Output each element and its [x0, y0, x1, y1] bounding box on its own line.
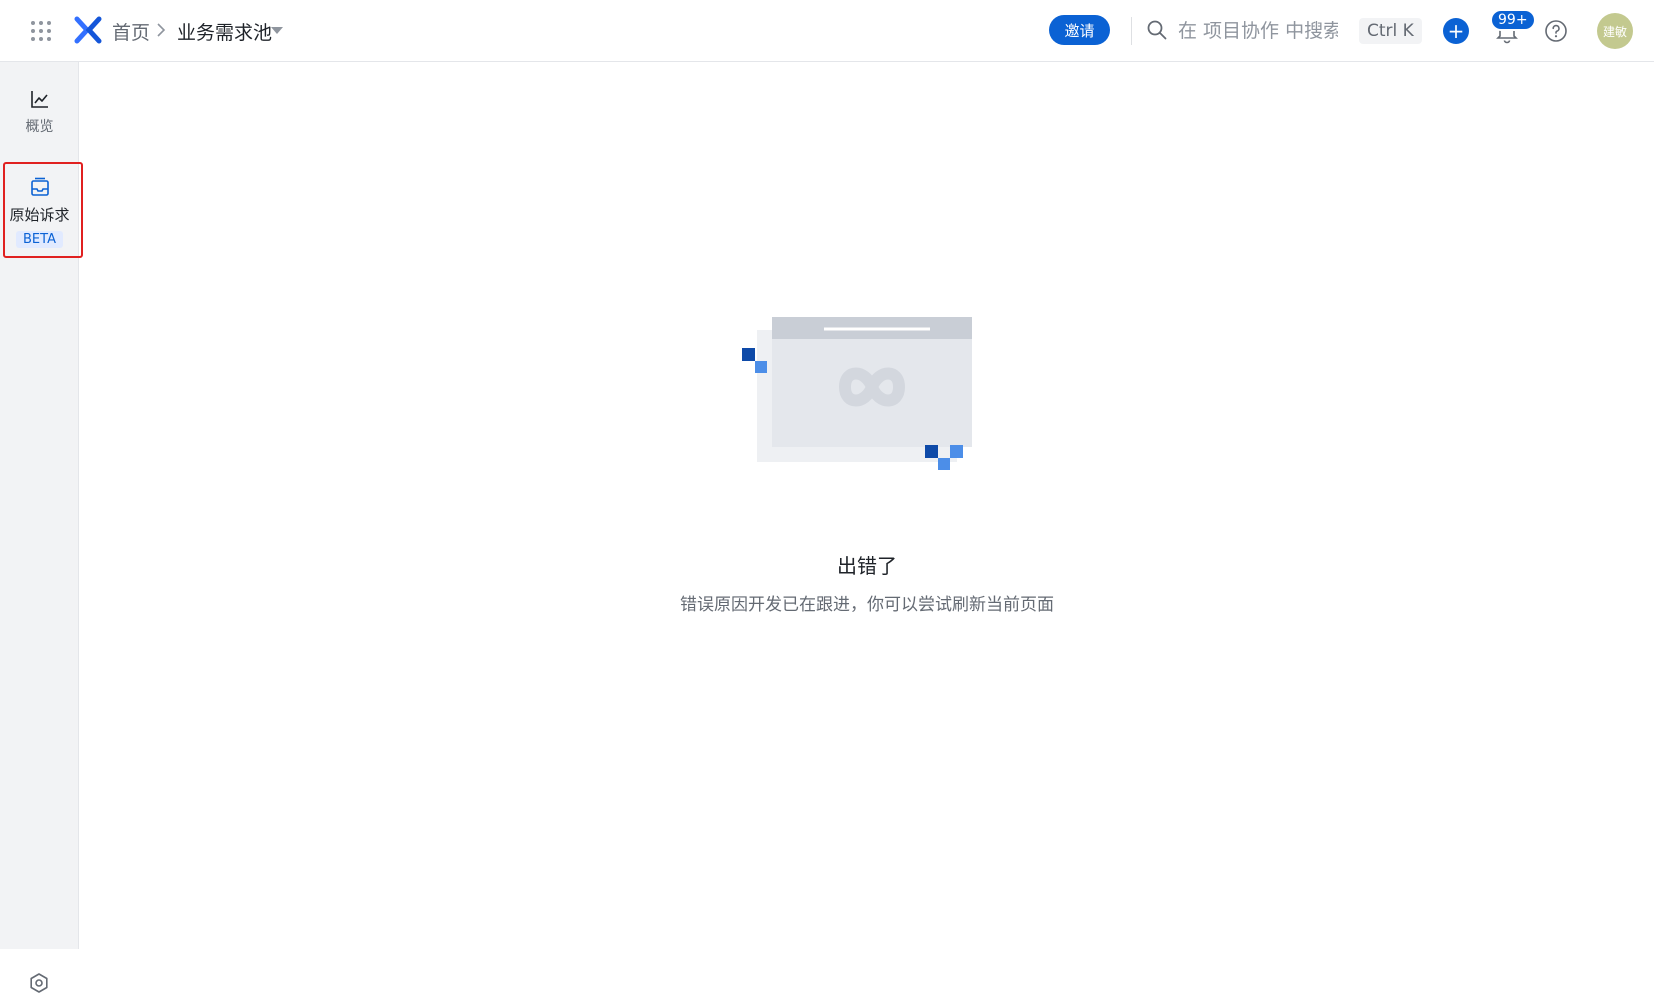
- sidebar-item-label: 概览: [25, 119, 54, 135]
- breadcrumb-home[interactable]: 首页: [112, 18, 150, 45]
- sidebar-item-label: 原始诉求: [9, 206, 70, 224]
- sidebar-item-overview[interactable]: 概览: [0, 88, 79, 136]
- notification-badge: 99+: [1490, 9, 1536, 31]
- settings-icon[interactable]: [28, 972, 50, 994]
- error-description: 错误原因开发已在跟进，你可以尝试刷新当前页面: [680, 595, 1054, 615]
- chevron-right-icon: [157, 23, 166, 37]
- search-icon[interactable]: [1147, 20, 1167, 40]
- search-shortcut-hint: Ctrl K: [1359, 18, 1422, 44]
- error-illustration: [742, 317, 972, 470]
- help-icon[interactable]: [1544, 19, 1568, 43]
- beta-tag: BETA: [16, 231, 63, 248]
- add-button[interactable]: +: [1443, 18, 1469, 44]
- sidebar: 概览 原始诉求 BETA: [0, 62, 79, 993]
- divider: [1131, 17, 1132, 45]
- app-logo-icon[interactable]: [74, 16, 102, 44]
- top-bar: 首页 业务需求池 邀请 Ctrl K + 99+ 建敏: [0, 0, 1654, 62]
- error-title: 出错了: [837, 554, 897, 578]
- search-input[interactable]: [1178, 17, 1338, 45]
- invite-button[interactable]: 邀请: [1049, 15, 1110, 45]
- avatar[interactable]: 建敏: [1597, 13, 1633, 49]
- app-grid-icon[interactable]: [30, 20, 52, 42]
- caret-down-icon[interactable]: [271, 27, 283, 34]
- breadcrumb-current[interactable]: 业务需求池: [177, 18, 272, 45]
- inbox-icon: [30, 177, 49, 196]
- chart-line-icon: [30, 91, 48, 108]
- sidebar-item-raw-requests[interactable]: 原始诉求 BETA: [0, 176, 79, 248]
